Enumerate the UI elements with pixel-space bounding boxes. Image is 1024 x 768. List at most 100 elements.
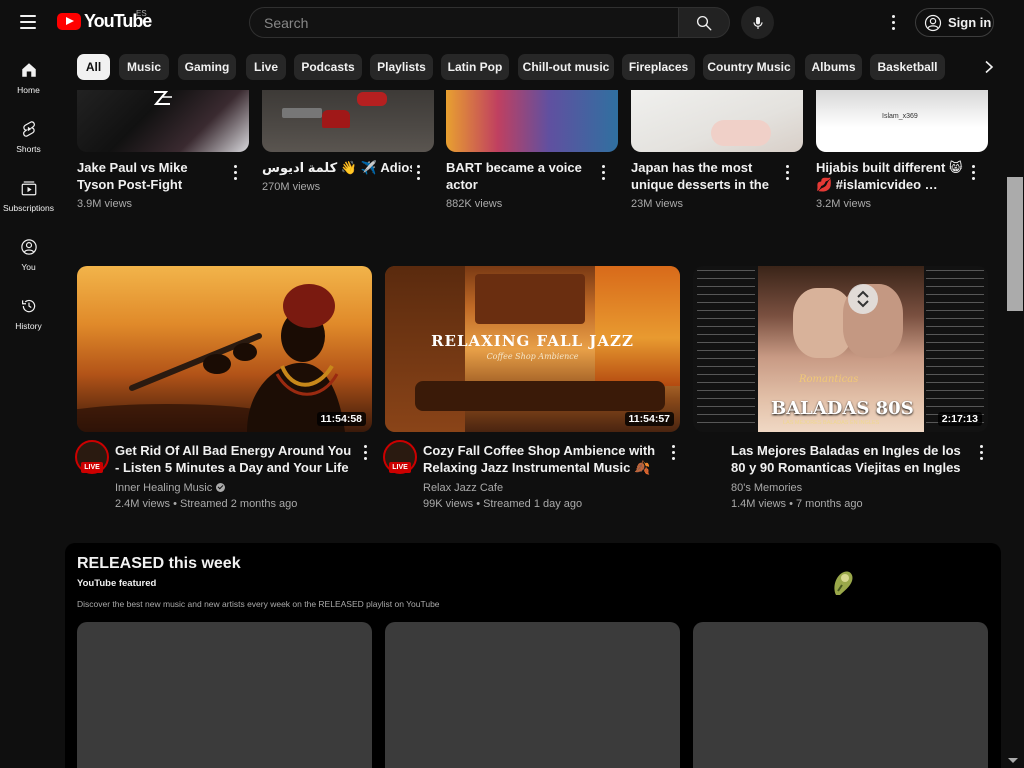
settings-kebab-icon[interactable] bbox=[884, 12, 902, 32]
country-code: ES bbox=[136, 9, 147, 18]
menu-icon[interactable] bbox=[12, 9, 44, 35]
chip-chill-out-music[interactable]: Chill-out music bbox=[518, 54, 614, 80]
video-thumbnail[interactable]: Romanticas BALADAS 80S LAS MEJORES BALAD… bbox=[693, 266, 988, 432]
home-icon bbox=[21, 63, 36, 77]
chevron-right-icon bbox=[985, 60, 994, 74]
thumbnail-detail bbox=[595, 266, 680, 386]
shelf-subtitle: YouTube featured bbox=[77, 578, 157, 589]
chip-albums[interactable]: Albums bbox=[805, 54, 862, 80]
scroll-down-arrow-icon[interactable] bbox=[1008, 758, 1018, 763]
shelf-video-card[interactable] bbox=[77, 622, 372, 768]
youtube-logo[interactable]: YouTube ES bbox=[57, 9, 152, 32]
nav-item-history[interactable]: History bbox=[0, 281, 57, 337]
signin-label: Sign in bbox=[948, 15, 992, 30]
chip-playlists[interactable]: Playlists bbox=[370, 54, 433, 80]
nav-label-history: History bbox=[15, 321, 42, 331]
search-input[interactable] bbox=[250, 8, 679, 37]
chip-fireplaces[interactable]: Fireplaces bbox=[622, 54, 695, 80]
live-badge: LIVE bbox=[389, 462, 411, 473]
channel-name[interactable]: 80's Memories bbox=[731, 480, 802, 496]
video-thumbnail[interactable] bbox=[631, 90, 803, 152]
live-badge: LIVE bbox=[81, 462, 103, 473]
shelf-video-card[interactable] bbox=[385, 622, 680, 768]
video-title[interactable]: Las Mejores Baladas en Ingles de los 80 … bbox=[731, 442, 971, 476]
shelf-video-card[interactable] bbox=[693, 622, 988, 768]
video-menu-icon[interactable] bbox=[666, 442, 680, 462]
account-icon bbox=[924, 14, 942, 31]
video-menu-icon[interactable] bbox=[596, 162, 610, 182]
channel-name[interactable]: Inner Healing Music bbox=[115, 480, 226, 496]
youtube-play-icon bbox=[57, 13, 81, 30]
video-views: 23M views bbox=[631, 198, 683, 210]
chip-podcasts[interactable]: Podcasts bbox=[294, 54, 362, 80]
video-thumbnail[interactable] bbox=[77, 90, 249, 152]
video-title[interactable]: Hijabis built different 😸 💋 #islamicvide… bbox=[816, 159, 966, 193]
chip-live[interactable]: Live bbox=[246, 54, 286, 80]
video-thumbnail[interactable]: RELAXING FALL JAZZ Coffee Shop Ambience … bbox=[385, 266, 680, 432]
chip-all[interactable]: All bbox=[77, 54, 110, 80]
thumbnail-title-text: BALADAS 80S bbox=[771, 398, 914, 419]
nav-item-subscriptions[interactable]: Subscriptions bbox=[0, 163, 57, 219]
thumbnail-detail bbox=[711, 120, 771, 146]
released-sticker-icon bbox=[834, 571, 853, 595]
video-duration: 2:17:13 bbox=[937, 412, 982, 426]
nav-item-you[interactable]: You bbox=[0, 222, 57, 278]
video-views: 3.2M views bbox=[816, 198, 872, 210]
video-title[interactable]: Get Rid Of All Bad Energy Around You - L… bbox=[115, 442, 355, 476]
video-title[interactable]: كلمة اديوس 👋 ✈️ Adios bbox=[262, 159, 412, 176]
thumbnail-tracklist-left bbox=[697, 270, 755, 428]
chip-music[interactable]: Music bbox=[119, 54, 169, 80]
thumbnail-flute-player-silhouette bbox=[77, 284, 345, 432]
left-nav: Home Shorts Subscriptions You History bbox=[0, 45, 57, 768]
nav-item-home[interactable]: Home bbox=[0, 45, 57, 101]
thumbnail-detail bbox=[357, 92, 387, 106]
video-meta: 1.4M views • 7 months ago bbox=[731, 498, 863, 510]
page-scrollbar[interactable] bbox=[1004, 45, 1024, 768]
video-views: 3.9M views bbox=[77, 198, 133, 210]
channel-name-text: Inner Healing Music bbox=[115, 482, 213, 494]
chips-next-button[interactable] bbox=[974, 51, 1004, 83]
microphone-icon bbox=[752, 16, 763, 29]
nav-label-you: You bbox=[21, 262, 36, 272]
video-thumbnail[interactable]: Islam_x369 bbox=[816, 90, 988, 152]
scrollbar-thumb[interactable] bbox=[1007, 177, 1023, 311]
thumbnail-title-text: RELAXING FALL JAZZ bbox=[431, 332, 634, 350]
chip-gaming[interactable]: Gaming bbox=[178, 54, 236, 80]
chip-country-music[interactable]: Country Music bbox=[703, 54, 795, 80]
video-title[interactable]: Cozy Fall Coffee Shop Ambience with Rela… bbox=[423, 442, 663, 476]
video-title[interactable]: Jake Paul vs Mike Tyson Post-Fight Speec… bbox=[77, 159, 227, 193]
video-title[interactable]: BART became a voice actor bbox=[446, 159, 596, 193]
video-menu-icon[interactable] bbox=[780, 162, 794, 182]
video-meta: 99K views • Streamed 1 day ago bbox=[423, 498, 583, 510]
video-thumbnail[interactable]: 11:54:58 bbox=[77, 266, 372, 432]
signin-button[interactable]: Sign in bbox=[915, 8, 994, 37]
search-button[interactable] bbox=[678, 7, 730, 38]
video-menu-icon[interactable] bbox=[974, 442, 988, 462]
video-title[interactable]: Japan has the most unique desserts in th… bbox=[631, 159, 781, 193]
thumbnail-script-text: Romanticas bbox=[799, 374, 859, 385]
shelf-description: Discover the best new music and new arti… bbox=[77, 599, 440, 609]
search-icon bbox=[696, 15, 712, 30]
channel-name[interactable]: Relax Jazz Cafe bbox=[423, 480, 503, 496]
video-feed: Islam_x369 Jake Paul vs Mike Tyson Post-… bbox=[57, 90, 1004, 768]
voice-search-button[interactable] bbox=[741, 6, 774, 39]
video-views: 882K views bbox=[446, 198, 503, 210]
video-duration: 11:54:57 bbox=[624, 412, 674, 426]
masthead: YouTube ES Sign in bbox=[0, 0, 1024, 45]
video-meta: 2.4M views • Streamed 2 months ago bbox=[115, 498, 298, 510]
nav-label-shorts: Shorts bbox=[16, 144, 41, 154]
scroll-indicator-icon bbox=[848, 284, 878, 314]
video-menu-icon[interactable] bbox=[228, 162, 242, 182]
shelf-title[interactable]: RELEASED this week bbox=[77, 555, 241, 573]
nav-label-subscriptions: Subscriptions bbox=[2, 203, 55, 213]
chip-latin-pop[interactable]: Latin Pop bbox=[441, 54, 509, 80]
video-views: 270M views bbox=[262, 181, 321, 193]
thumbnail-subtitle-text: LAS MEJORES BALADAS EN INGLES bbox=[783, 420, 880, 426]
nav-item-shorts[interactable]: Shorts bbox=[0, 104, 57, 160]
video-menu-icon[interactable] bbox=[411, 162, 425, 182]
video-thumbnail[interactable] bbox=[262, 90, 434, 152]
video-menu-icon[interactable] bbox=[966, 162, 980, 182]
video-menu-icon[interactable] bbox=[358, 442, 372, 462]
video-thumbnail[interactable] bbox=[446, 90, 618, 152]
chip-basketball[interactable]: Basketball bbox=[870, 54, 945, 80]
